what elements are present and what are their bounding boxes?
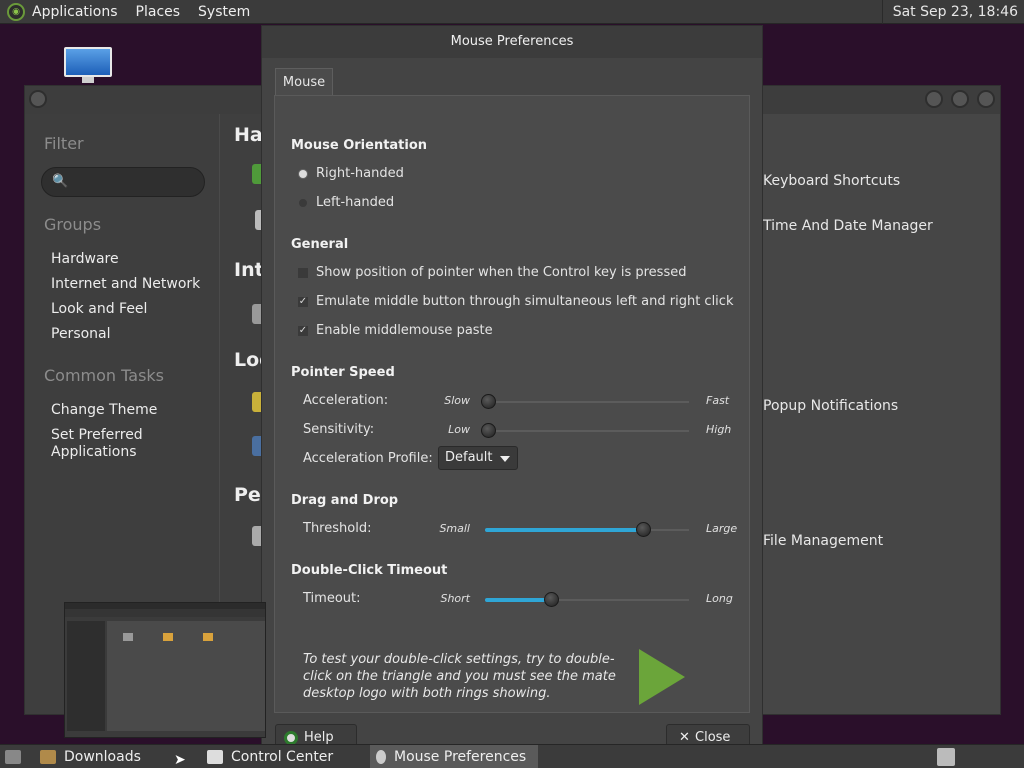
middlemouse-paste-checkbox[interactable]: ✓ Enable middlemouse paste	[291, 323, 493, 338]
emulate-middle-button-checkbox[interactable]: ✓ Emulate middle button through simultan…	[291, 294, 733, 309]
double-click-title: Double-Click Timeout	[291, 563, 448, 578]
sensitivity-slider-knob[interactable]	[481, 423, 496, 438]
group-hardware[interactable]: Hardware	[51, 251, 119, 268]
filter-title: Filter	[44, 134, 84, 153]
groups-title: Groups	[44, 215, 102, 234]
thumbnail-main	[107, 621, 265, 731]
group-look-feel[interactable]: Look and Feel	[51, 301, 147, 318]
threshold-slider-fill	[485, 528, 644, 532]
mouse-preferences-dialog: Mouse Preferences Mouse Mouse Orientatio…	[261, 25, 763, 752]
right-handed-radio[interactable]: Right-handed	[291, 166, 404, 181]
threshold-min-label: Small	[439, 522, 470, 535]
sensitivity-label: Sensitivity:	[303, 422, 375, 437]
workspace-icon	[937, 748, 955, 766]
places-menu[interactable]: Places	[136, 4, 181, 20]
dialog-title[interactable]: Mouse Preferences	[262, 26, 762, 58]
taskbar-downloads[interactable]: Downloads	[34, 745, 194, 768]
task-set-preferred-applications[interactable]: Set Preferred Applications	[51, 427, 171, 461]
middlemouse-paste-label: Enable middlemouse paste	[316, 323, 493, 338]
acceleration-label: Acceleration:	[303, 393, 389, 408]
show-pointer-position-label: Show position of pointer when the Contro…	[316, 265, 687, 280]
workspace-switcher-icon[interactable]	[937, 745, 957, 768]
thumbnail-sidebar	[67, 621, 105, 731]
radio-unselected-icon[interactable]	[299, 198, 307, 207]
emulate-middle-button-label: Emulate middle button through simultaneo…	[316, 294, 734, 309]
search-icon: 🔍	[52, 174, 69, 189]
taskbar-control-center[interactable]: Control Center	[203, 745, 365, 768]
item-time-date-manager[interactable]: Time And Date Manager	[763, 218, 933, 234]
double-click-test-text: To test your double-click settings, try …	[303, 652, 616, 701]
radio-selected-icon[interactable]	[299, 169, 307, 178]
close-icon[interactable]	[977, 90, 995, 108]
show-pointer-position-checkbox[interactable]: Show position of pointer when the Contro…	[291, 265, 686, 280]
control-center-icon	[207, 750, 223, 764]
taskbar-mouse-preferences[interactable]: Mouse Preferences	[370, 745, 538, 768]
mouse-orientation-title: Mouse Orientation	[291, 138, 428, 153]
threshold-max-label: Large	[706, 522, 738, 535]
mouse-cursor-icon: ➤	[174, 752, 186, 768]
taskbar-downloads-label: Downloads	[64, 749, 141, 765]
window-menu-icon[interactable]	[29, 90, 47, 108]
top-panel: ◉ Applications Places System Sat Sep 23,…	[0, 0, 1024, 24]
timeout-min-label: Short	[440, 592, 470, 605]
mouse-tab-content: Mouse Orientation Right-handed Left-hand…	[274, 95, 750, 713]
general-title: General	[291, 237, 349, 252]
item-file-management[interactable]: File Management	[763, 533, 883, 549]
item-keyboard-shortcuts[interactable]: Keyboard Shortcuts	[763, 173, 900, 189]
common-tasks-title: Common Tasks	[44, 366, 165, 385]
timeout-label: Timeout:	[303, 591, 361, 606]
left-handed-radio[interactable]: Left-handed	[291, 195, 394, 210]
acceleration-profile-value: Default	[445, 450, 493, 465]
help-button-label: Help	[304, 730, 334, 745]
left-handed-label: Left-handed	[316, 195, 395, 210]
taskbar-mouse-preferences-label: Mouse Preferences	[394, 749, 527, 765]
sensitivity-max-label: High	[706, 423, 732, 436]
group-internet-network[interactable]: Internet and Network	[51, 276, 200, 293]
bottom-panel: Downloads Control Center Mouse Preferenc…	[0, 744, 1024, 768]
sensitivity-slider[interactable]	[481, 423, 689, 438]
timeout-slider-fill	[485, 598, 552, 602]
double-click-test-triangle[interactable]	[639, 649, 685, 705]
desktop-icon	[5, 750, 21, 764]
sensitivity-min-label: Low	[448, 423, 470, 436]
pointer-speed-title: Pointer Speed	[291, 365, 395, 380]
group-personal[interactable]: Personal	[51, 326, 111, 343]
minimize-icon[interactable]	[925, 90, 943, 108]
show-desktop-icon[interactable]	[2, 745, 24, 768]
timeout-slider[interactable]	[485, 592, 689, 607]
checkbox-checked-icon[interactable]: ✓	[298, 325, 308, 336]
help-icon	[284, 731, 298, 745]
checkbox-checked-icon[interactable]: ✓	[298, 296, 308, 307]
drag-drop-title: Drag and Drop	[291, 493, 399, 508]
clock[interactable]: Sat Sep 23, 18:46	[881, 0, 1024, 24]
acceleration-slider-knob[interactable]	[481, 394, 496, 409]
mouse-icon	[376, 750, 386, 764]
acceleration-max-label: Fast	[706, 394, 730, 407]
threshold-slider-knob[interactable]	[636, 522, 651, 537]
task-change-theme[interactable]: Change Theme	[51, 402, 157, 419]
computer-desktop-icon[interactable]	[64, 47, 112, 85]
acceleration-min-label: Slow	[444, 394, 470, 407]
system-menu[interactable]: System	[198, 4, 250, 20]
timeout-slider-knob[interactable]	[544, 592, 559, 607]
right-handed-label: Right-handed	[316, 166, 404, 181]
checkbox-unchecked-icon[interactable]	[298, 267, 308, 278]
maximize-icon[interactable]	[951, 90, 969, 108]
folder-icon	[40, 750, 56, 764]
taskbar-control-center-label: Control Center	[231, 749, 334, 765]
threshold-slider[interactable]	[485, 522, 689, 537]
acceleration-profile-label: Acceleration Profile:	[303, 451, 433, 466]
item-popup-notifications[interactable]: Popup Notifications	[763, 398, 898, 414]
filter-search-input[interactable]: 🔍	[41, 167, 205, 197]
acceleration-slider[interactable]	[481, 394, 689, 409]
downloads-window-thumbnail[interactable]	[64, 602, 266, 738]
threshold-label: Threshold:	[303, 521, 372, 536]
acceleration-profile-dropdown[interactable]: Default	[438, 446, 518, 470]
close-button-label: Close	[695, 730, 731, 745]
timeout-max-label: Long	[706, 592, 733, 605]
applications-menu[interactable]: Applications	[32, 4, 118, 20]
chevron-down-icon	[500, 456, 510, 462]
mate-logo-icon[interactable]: ◉	[7, 2, 25, 21]
tab-mouse[interactable]: Mouse	[275, 68, 333, 96]
